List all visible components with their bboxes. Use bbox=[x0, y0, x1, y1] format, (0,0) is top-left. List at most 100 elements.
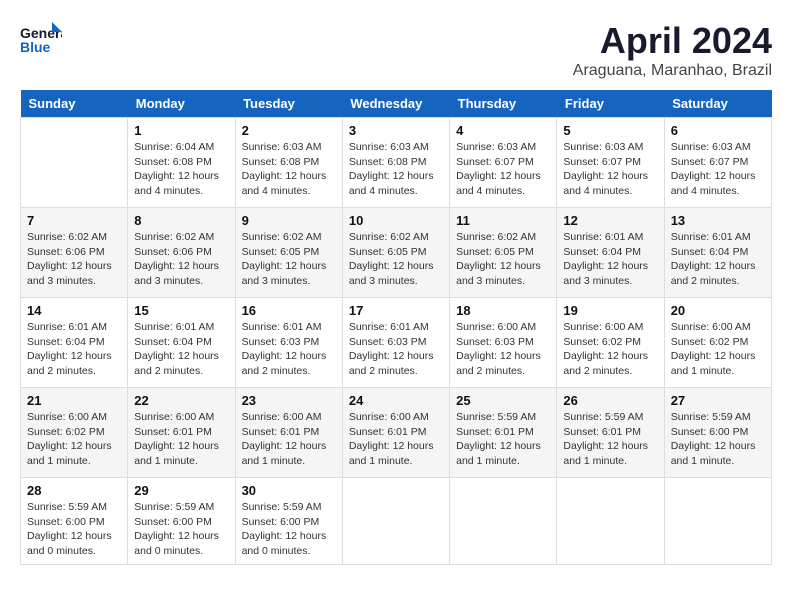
calendar-cell: 8Sunrise: 6:02 AM Sunset: 6:06 PM Daylig… bbox=[128, 208, 235, 298]
calendar-cell: 5Sunrise: 6:03 AM Sunset: 6:07 PM Daylig… bbox=[557, 118, 664, 208]
calendar-cell: 11 Sunrise: 6:02 AM Sunset: 6:05 PM Dayli… bbox=[450, 208, 557, 298]
day-info: Sunrise: 5:59 AM Sunset: 6:00 PM Dayligh… bbox=[134, 500, 228, 559]
calendar-cell: 4 Sunrise: 6:03 AM Sunset: 6:07 PM Daylig… bbox=[450, 118, 557, 208]
day-number: 23 bbox=[242, 393, 336, 408]
day-number: 29 bbox=[134, 483, 228, 498]
calendar-week-row: 21 Sunrise: 6:00 AM Sunset: 6:02 PM Dayli… bbox=[21, 388, 772, 478]
day-info: Sunrise: 6:02 AM Sunset: 6:05 PM Dayligh… bbox=[242, 230, 336, 289]
day-info: Sunrise: 6:03 AM Sunset: 6:08 PM Dayligh… bbox=[349, 140, 443, 199]
day-number: 4 bbox=[456, 123, 550, 138]
day-number: 26 bbox=[563, 393, 657, 408]
day-number: 19 bbox=[563, 303, 657, 318]
svg-text:Blue: Blue bbox=[20, 39, 51, 55]
calendar-cell: 27 Sunrise: 5:59 AM Sunset: 6:00 PM Dayli… bbox=[664, 388, 771, 478]
day-number: 21 bbox=[27, 393, 121, 408]
calendar-cell bbox=[450, 478, 557, 565]
day-number: 11 bbox=[456, 213, 550, 228]
day-number: 3 bbox=[349, 123, 443, 138]
day-info: Sunrise: 6:01 AM Sunset: 6:04 PM Dayligh… bbox=[134, 320, 228, 379]
calendar-week-row: 14 Sunrise: 6:01 AM Sunset: 6:04 PM Dayli… bbox=[21, 298, 772, 388]
calendar-week-row: 7Sunrise: 6:02 AM Sunset: 6:06 PM Daylig… bbox=[21, 208, 772, 298]
calendar-cell: 10Sunrise: 6:02 AM Sunset: 6:05 PM Dayli… bbox=[342, 208, 449, 298]
day-number: 8 bbox=[134, 213, 228, 228]
day-info: Sunrise: 6:01 AM Sunset: 6:04 PM Dayligh… bbox=[27, 320, 121, 379]
day-info: Sunrise: 6:00 AM Sunset: 6:01 PM Dayligh… bbox=[349, 410, 443, 469]
day-number: 1 bbox=[134, 123, 228, 138]
calendar-cell: 3 Sunrise: 6:03 AM Sunset: 6:08 PM Daylig… bbox=[342, 118, 449, 208]
weekday-header-tuesday: Tuesday bbox=[235, 90, 342, 118]
calendar-table: SundayMondayTuesdayWednesdayThursdayFrid… bbox=[20, 90, 772, 565]
calendar-cell: 13 Sunrise: 6:01 AM Sunset: 6:04 PM Dayli… bbox=[664, 208, 771, 298]
weekday-header-thursday: Thursday bbox=[450, 90, 557, 118]
calendar-cell: 1 Sunrise: 6:04 AM Sunset: 6:08 PM Daylig… bbox=[128, 118, 235, 208]
day-number: 16 bbox=[242, 303, 336, 318]
day-number: 28 bbox=[27, 483, 121, 498]
day-info: Sunrise: 6:03 AM Sunset: 6:07 PM Dayligh… bbox=[671, 140, 765, 199]
day-number: 14 bbox=[27, 303, 121, 318]
calendar-cell: 12 Sunrise: 6:01 AM Sunset: 6:04 PM Dayli… bbox=[557, 208, 664, 298]
calendar-cell: 28 Sunrise: 5:59 AM Sunset: 6:00 PM Dayli… bbox=[21, 478, 128, 565]
location-title: Araguana, Maranhao, Brazil bbox=[573, 62, 772, 80]
calendar-cell bbox=[557, 478, 664, 565]
header: General Blue April 2024 Araguana, Maranh… bbox=[20, 20, 772, 80]
day-info: Sunrise: 6:00 AM Sunset: 6:01 PM Dayligh… bbox=[242, 410, 336, 469]
calendar-cell: 30 Sunrise: 5:59 AM Sunset: 6:00 PM Dayli… bbox=[235, 478, 342, 565]
day-info: Sunrise: 6:00 AM Sunset: 6:01 PM Dayligh… bbox=[134, 410, 228, 469]
day-number: 27 bbox=[671, 393, 765, 408]
calendar-cell: 7Sunrise: 6:02 AM Sunset: 6:06 PM Daylig… bbox=[21, 208, 128, 298]
day-info: Sunrise: 6:03 AM Sunset: 6:07 PM Dayligh… bbox=[456, 140, 550, 199]
day-info: Sunrise: 6:00 AM Sunset: 6:02 PM Dayligh… bbox=[563, 320, 657, 379]
calendar-cell: 25Sunrise: 5:59 AM Sunset: 6:01 PM Dayli… bbox=[450, 388, 557, 478]
calendar-cell bbox=[342, 478, 449, 565]
day-info: Sunrise: 5:59 AM Sunset: 6:00 PM Dayligh… bbox=[671, 410, 765, 469]
calendar-cell: 15 Sunrise: 6:01 AM Sunset: 6:04 PM Dayli… bbox=[128, 298, 235, 388]
day-number: 30 bbox=[242, 483, 336, 498]
day-info: Sunrise: 6:00 AM Sunset: 6:03 PM Dayligh… bbox=[456, 320, 550, 379]
calendar-cell: 21 Sunrise: 6:00 AM Sunset: 6:02 PM Dayli… bbox=[21, 388, 128, 478]
weekday-header-wednesday: Wednesday bbox=[342, 90, 449, 118]
day-info: Sunrise: 6:01 AM Sunset: 6:03 PM Dayligh… bbox=[242, 320, 336, 379]
weekday-header-saturday: Saturday bbox=[664, 90, 771, 118]
day-info: Sunrise: 5:59 AM Sunset: 6:00 PM Dayligh… bbox=[242, 500, 336, 559]
day-info: Sunrise: 5:59 AM Sunset: 6:01 PM Dayligh… bbox=[456, 410, 550, 469]
day-info: Sunrise: 6:00 AM Sunset: 6:02 PM Dayligh… bbox=[27, 410, 121, 469]
day-number: 17 bbox=[349, 303, 443, 318]
day-number: 22 bbox=[134, 393, 228, 408]
day-number: 2 bbox=[242, 123, 336, 138]
weekday-header-sunday: Sunday bbox=[21, 90, 128, 118]
calendar-cell: 20 Sunrise: 6:00 AM Sunset: 6:02 PM Dayli… bbox=[664, 298, 771, 388]
logo: General Blue bbox=[20, 20, 62, 58]
day-number: 18 bbox=[456, 303, 550, 318]
day-info: Sunrise: 6:03 AM Sunset: 6:08 PM Dayligh… bbox=[242, 140, 336, 199]
calendar-cell: 6Sunrise: 6:03 AM Sunset: 6:07 PM Daylig… bbox=[664, 118, 771, 208]
calendar-cell: 18 Sunrise: 6:00 AM Sunset: 6:03 PM Dayli… bbox=[450, 298, 557, 388]
day-info: Sunrise: 6:00 AM Sunset: 6:02 PM Dayligh… bbox=[671, 320, 765, 379]
day-info: Sunrise: 6:02 AM Sunset: 6:06 PM Dayligh… bbox=[27, 230, 121, 289]
calendar-cell: 26 Sunrise: 5:59 AM Sunset: 6:01 PM Dayli… bbox=[557, 388, 664, 478]
day-info: Sunrise: 6:02 AM Sunset: 6:05 PM Dayligh… bbox=[456, 230, 550, 289]
calendar-cell: 29 Sunrise: 5:59 AM Sunset: 6:00 PM Dayli… bbox=[128, 478, 235, 565]
calendar-cell: 9 Sunrise: 6:02 AM Sunset: 6:05 PM Daylig… bbox=[235, 208, 342, 298]
day-number: 12 bbox=[563, 213, 657, 228]
day-number: 13 bbox=[671, 213, 765, 228]
calendar-cell: 17Sunrise: 6:01 AM Sunset: 6:03 PM Dayli… bbox=[342, 298, 449, 388]
day-info: Sunrise: 6:03 AM Sunset: 6:07 PM Dayligh… bbox=[563, 140, 657, 199]
day-number: 15 bbox=[134, 303, 228, 318]
calendar-cell: 24 Sunrise: 6:00 AM Sunset: 6:01 PM Dayli… bbox=[342, 388, 449, 478]
day-info: Sunrise: 5:59 AM Sunset: 6:01 PM Dayligh… bbox=[563, 410, 657, 469]
day-info: Sunrise: 5:59 AM Sunset: 6:00 PM Dayligh… bbox=[27, 500, 121, 559]
day-info: Sunrise: 6:04 AM Sunset: 6:08 PM Dayligh… bbox=[134, 140, 228, 199]
title-area: April 2024 Araguana, Maranhao, Brazil bbox=[573, 20, 772, 80]
day-info: Sunrise: 6:01 AM Sunset: 6:04 PM Dayligh… bbox=[563, 230, 657, 289]
day-info: Sunrise: 6:01 AM Sunset: 6:04 PM Dayligh… bbox=[671, 230, 765, 289]
day-number: 9 bbox=[242, 213, 336, 228]
month-title: April 2024 bbox=[573, 20, 772, 62]
calendar-cell: 23 Sunrise: 6:00 AM Sunset: 6:01 PM Dayli… bbox=[235, 388, 342, 478]
calendar-cell: 2 Sunrise: 6:03 AM Sunset: 6:08 PM Daylig… bbox=[235, 118, 342, 208]
calendar-cell: 14 Sunrise: 6:01 AM Sunset: 6:04 PM Dayli… bbox=[21, 298, 128, 388]
day-number: 24 bbox=[349, 393, 443, 408]
day-number: 10 bbox=[349, 213, 443, 228]
calendar-cell: 16 Sunrise: 6:01 AM Sunset: 6:03 PM Dayli… bbox=[235, 298, 342, 388]
weekday-header-monday: Monday bbox=[128, 90, 235, 118]
day-number: 20 bbox=[671, 303, 765, 318]
